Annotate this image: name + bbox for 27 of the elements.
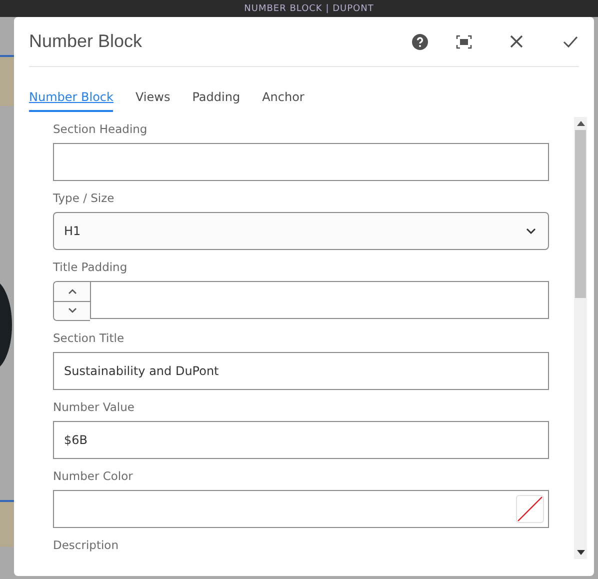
field-label: Type / Size [53, 191, 116, 205]
color-field[interactable] [53, 490, 549, 528]
decrement-button[interactable] [54, 300, 90, 320]
chevron-up-icon [68, 288, 76, 294]
scroll-down-icon[interactable] [576, 550, 584, 555]
tab[interactable]: Anchor [262, 87, 304, 110]
tab[interactable]: Padding [192, 87, 240, 110]
field-label: Number Value [53, 400, 136, 414]
field-label: Number Color [53, 469, 134, 483]
chevron-down-icon [526, 228, 536, 234]
input-field[interactable]: Sustainability and DuPont [53, 352, 549, 390]
field-label: Title Padding [53, 260, 128, 274]
tab[interactable]: Number Block [29, 87, 114, 112]
chevron-down-icon [68, 308, 76, 314]
color-swatch[interactable] [516, 495, 544, 523]
dropdown[interactable]: H1 [53, 212, 549, 250]
field-label: Section Title [53, 331, 126, 345]
dialog-title: Number Block [29, 31, 142, 52]
tab[interactable]: Views [135, 87, 170, 110]
page-title: NUMBER BLOCK | DUPONT [244, 4, 374, 14]
number-field[interactable] [90, 281, 549, 319]
field-label: Section Heading [53, 122, 148, 136]
field-label: Description [53, 538, 120, 552]
scrollbar[interactable] [574, 117, 587, 559]
input-field[interactable]: $6B [53, 421, 549, 459]
scroll-up-icon[interactable] [576, 121, 584, 126]
input-field[interactable] [53, 143, 549, 181]
